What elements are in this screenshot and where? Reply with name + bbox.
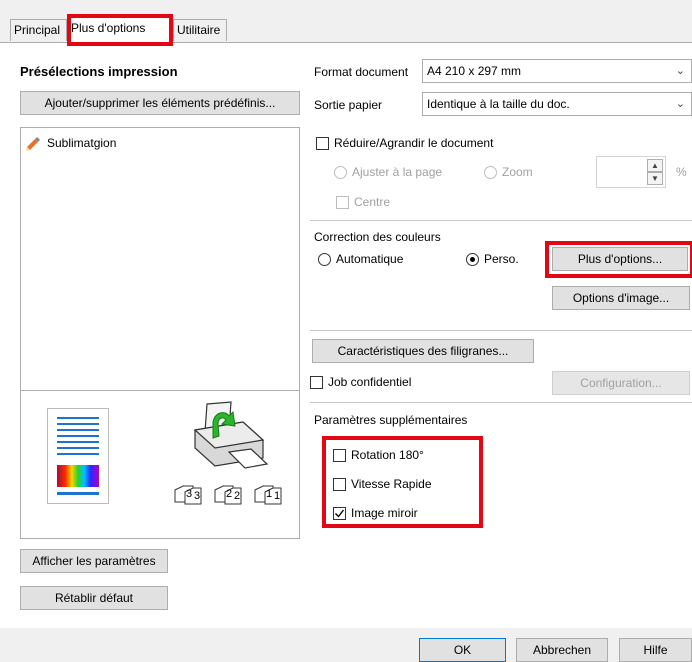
format-select[interactable]: A4 210 x 297 mm ⌄ (422, 59, 692, 83)
presets-title: Présélections impression (20, 64, 178, 79)
color-correction-title: Correction des couleurs (314, 230, 441, 244)
collate-page-label: 3 (194, 490, 201, 502)
down-arrow-icon[interactable]: ▼ (647, 172, 663, 185)
output-label: Sortie papier (314, 98, 383, 112)
mirror-label: Image miroir (351, 506, 418, 520)
reduce-checkbox[interactable] (316, 137, 329, 150)
center-checkbox[interactable] (336, 196, 349, 209)
pencil-icon (25, 135, 41, 151)
watermark-button[interactable]: Caractéristiques des filigranes... (312, 339, 534, 363)
confidential-label: Job confidentiel (328, 375, 412, 389)
tab-plus-options[interactable]: Plus d'options (67, 17, 173, 43)
add-remove-presets-button[interactable]: Ajouter/supprimer les éléments prédéfini… (20, 91, 300, 115)
format-value: A4 210 x 297 mm (427, 64, 522, 78)
more-options-button[interactable]: Plus d'options... (552, 247, 688, 271)
tab-label: Utilitaire (177, 23, 221, 37)
help-button[interactable]: Hilfe (619, 638, 692, 662)
collate-icon: 3 3 2 2 1 1 (171, 484, 296, 506)
image-options-button[interactable]: Options d'image... (552, 286, 690, 310)
cancel-button[interactable]: Abbrechen (516, 638, 608, 662)
divider (310, 330, 692, 331)
collate-page-label: 2 (234, 490, 241, 502)
tab-principal[interactable]: Principal (10, 19, 67, 41)
speed-label: Vitesse Rapide (351, 477, 432, 491)
confidential-checkbox[interactable] (310, 376, 323, 389)
divider (310, 220, 692, 221)
collate-page-label: 2 (226, 488, 233, 500)
fit-page-radio[interactable] (334, 166, 347, 179)
percent-unit: % (676, 165, 687, 179)
zoom-stepper[interactable]: ▲ ▼ (596, 156, 666, 188)
reduce-label: Réduire/Agrandir le document (334, 136, 494, 150)
rotation-label: Rotation 180° (351, 448, 424, 462)
mirror-checkbox[interactable] (333, 507, 346, 520)
printer-icon (189, 400, 269, 472)
custom-label: Perso. (484, 252, 519, 266)
ok-button[interactable]: OK (419, 638, 506, 662)
rotation-checkbox[interactable] (333, 449, 346, 462)
divider (310, 402, 692, 403)
speed-checkbox[interactable] (333, 478, 346, 491)
restore-defaults-button[interactable]: Rétablir défaut (20, 586, 168, 610)
auto-radio[interactable] (318, 253, 331, 266)
show-settings-button[interactable]: Afficher les paramètres (20, 549, 168, 573)
format-label: Format document (314, 65, 409, 79)
tab-label: Principal (14, 23, 61, 37)
collate-page-label: 1 (274, 490, 281, 502)
output-select[interactable]: Identique à la taille du doc. ⌄ (422, 92, 692, 116)
zoom-label: Zoom (502, 165, 533, 179)
output-value: Identique à la taille du doc. (427, 97, 570, 111)
check-icon (335, 509, 345, 518)
document-preview-icon (47, 408, 109, 504)
list-item[interactable]: Sublimatgion (25, 135, 295, 153)
preset-label: Sublimatgion (47, 136, 117, 150)
extra-settings-title: Paramètres supplémentaires (314, 413, 468, 427)
zoom-radio[interactable] (484, 166, 497, 179)
presets-list: Sublimatgion 3 3 2 2 1 1 (20, 127, 300, 539)
chevron-down-icon: ⌄ (675, 98, 685, 110)
radio-selected-dot (470, 257, 475, 262)
center-label: Centre (354, 195, 391, 209)
collate-page-label: 1 (266, 488, 273, 500)
tab-label: Plus d'options (71, 21, 146, 35)
custom-radio[interactable] (466, 253, 479, 266)
up-arrow-icon[interactable]: ▲ (647, 159, 663, 172)
tab-utilitaire[interactable]: Utilitaire (173, 19, 227, 41)
auto-label: Automatique (336, 252, 404, 266)
configuration-button[interactable]: Configuration... (552, 371, 690, 395)
divider (21, 390, 299, 391)
chevron-down-icon: ⌄ (675, 65, 685, 77)
collate-page-label: 3 (186, 488, 193, 500)
fit-page-label: Ajuster à la page (352, 165, 443, 179)
